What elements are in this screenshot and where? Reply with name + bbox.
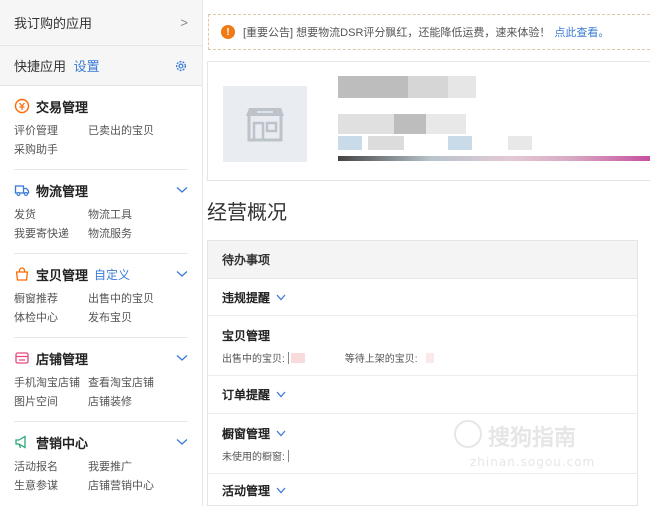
link-promote[interactable]: 我要推广 xyxy=(88,458,174,474)
shop-logo[interactable] xyxy=(223,86,307,162)
link-logistics-tools[interactable]: 物流工具 xyxy=(88,206,174,222)
chevron-down-icon[interactable] xyxy=(276,294,286,301)
section-marketing-title: 营销中心 xyxy=(36,435,89,451)
link-activity-signup[interactable]: 活动报名 xyxy=(14,458,88,474)
chevron-right-icon: > xyxy=(180,15,188,30)
section-trade: 交易管理 评价管理 已卖出的宝贝 采购助手 xyxy=(0,86,202,157)
redacted-value xyxy=(425,352,434,363)
redacted-block xyxy=(448,76,476,98)
section-logistics: 物流管理 发货 物流工具 我要寄快递 物流服务 xyxy=(0,170,202,241)
todo-row-title: 违规提醒 xyxy=(222,290,271,305)
link-items-on-sale[interactable]: 出售中的宝贝 xyxy=(88,290,174,306)
chevron-down-icon[interactable] xyxy=(276,391,286,398)
section-logistics-title: 物流管理 xyxy=(36,183,89,199)
section-trade-header[interactable]: 交易管理 xyxy=(14,96,188,116)
watermark-url: zhinan.sogou.com xyxy=(470,455,596,469)
todo-row-orders[interactable]: 订单提醒 xyxy=(208,376,637,414)
link-purchase-assistant[interactable]: 采购助手 xyxy=(14,141,88,157)
redacted-value xyxy=(290,352,305,363)
shop-icon xyxy=(15,352,29,364)
todo-row-title: 订单提醒 xyxy=(222,388,271,402)
todo-row-title: 宝贝管理 xyxy=(222,329,271,343)
redacted-block xyxy=(338,136,362,150)
section-marketing-header[interactable]: 营销中心 xyxy=(14,432,188,452)
chevron-down-icon[interactable] xyxy=(276,430,286,437)
chevron-down-icon[interactable] xyxy=(176,438,188,446)
link-publish-item[interactable]: 发布宝贝 xyxy=(88,309,174,325)
link-business-advisor[interactable]: 生意参谋 xyxy=(14,477,88,493)
bag-icon xyxy=(15,267,29,281)
redacted-block xyxy=(408,76,448,98)
link-sold-items[interactable]: 已卖出的宝贝 xyxy=(88,122,174,138)
link-health-center[interactable]: 体检中心 xyxy=(14,309,88,325)
link-marketing-center[interactable]: 店铺营销中心 xyxy=(88,477,174,493)
quick-apps-label: 快捷应用 xyxy=(14,59,67,74)
storefront-icon xyxy=(246,108,284,142)
section-logistics-header[interactable]: 物流管理 xyxy=(14,180,188,200)
todo-row-title: 橱窗管理 xyxy=(222,427,271,441)
link-view-shop[interactable]: 查看淘宝店铺 xyxy=(88,374,174,390)
unused-showcase-label: 未使用的橱窗: xyxy=(222,452,285,463)
watermark-text: 搜狗指南 xyxy=(488,426,577,451)
customize-link[interactable]: 自定义 xyxy=(94,266,130,283)
alert-icon: ! xyxy=(221,25,235,39)
redacted-block xyxy=(426,114,466,134)
redacted-block xyxy=(368,136,404,150)
section-shop-header[interactable]: 店铺管理 xyxy=(14,348,188,368)
section-items-header[interactable]: 宝贝管理 自定义 xyxy=(14,264,188,284)
todo-row-items: 宝贝管理 出售中的宝贝: 等待上架的宝贝: xyxy=(208,316,637,376)
link-ship[interactable]: 发货 xyxy=(14,206,88,222)
truck-icon xyxy=(14,185,30,196)
redacted-block xyxy=(448,136,472,150)
section-shop: 店铺管理 手机淘宝店铺 查看淘宝店铺 图片空间 店铺装修 xyxy=(0,338,202,409)
megaphone-icon xyxy=(15,435,26,449)
shop-info-card xyxy=(207,61,650,181)
link-image-space[interactable]: 图片空间 xyxy=(14,393,88,409)
link-mobile-shop[interactable]: 手机淘宝店铺 xyxy=(14,374,88,390)
unused-showcase-value[interactable] xyxy=(287,449,289,462)
section-shop-title: 店铺管理 xyxy=(36,351,89,367)
items-on-sale-label: 出售中的宝贝: xyxy=(222,354,285,365)
announcement-banner: ! [重要公告] 想要物流DSR评分飘红，还能降低运费，速来体验！ 点此查看。 xyxy=(208,14,650,50)
quick-apps: 快捷应用 设置 xyxy=(0,46,202,86)
subscribed-apps[interactable]: 我订购的应用 > xyxy=(0,0,202,46)
subscribed-apps-label: 我订购的应用 xyxy=(14,16,93,31)
redacted-block xyxy=(394,114,426,134)
chevron-down-icon[interactable] xyxy=(176,354,188,362)
section-items-title: 宝贝管理 xyxy=(36,267,89,283)
redacted-stats-bar xyxy=(338,156,650,161)
todo-row-activity[interactable]: 活动管理 xyxy=(208,474,637,506)
announcement-text: [重要公告] 想要物流DSR评分飘红，还能降低运费，速来体验！ xyxy=(243,27,551,39)
watermark-logo xyxy=(454,420,482,448)
redacted-block xyxy=(338,114,394,134)
page-title: 经营概况 xyxy=(207,202,287,224)
link-showcase-recommend[interactable]: 橱窗推荐 xyxy=(14,290,88,306)
section-marketing: 营销中心 活动报名 我要推广 生意参谋 店铺营销中心 xyxy=(0,422,202,493)
section-items: 宝贝管理 自定义 橱窗推荐 出售中的宝贝 体检中心 发布宝贝 xyxy=(0,254,202,325)
todo-header: 待办事项 xyxy=(208,241,637,279)
todo-row-violation[interactable]: 违规提醒 xyxy=(208,279,637,316)
link-send-express[interactable]: 我要寄快递 xyxy=(14,225,88,241)
todo-row-title: 活动管理 xyxy=(222,484,271,498)
chevron-down-icon[interactable] xyxy=(276,487,286,494)
quick-apps-settings-link[interactable]: 设置 xyxy=(74,59,100,74)
items-on-sale-value[interactable] xyxy=(287,351,289,364)
sidebar: 我订购的应用 > 快捷应用 设置 交易管理 评价管理 已卖出的宝贝 采购助手 物… xyxy=(0,0,203,506)
announcement-link[interactable]: 点此查看。 xyxy=(554,24,609,40)
link-review-manage[interactable]: 评价管理 xyxy=(14,122,88,138)
chevron-down-icon[interactable] xyxy=(176,186,188,194)
link-logistics-service[interactable]: 物流服务 xyxy=(88,225,174,241)
link-shop-decorate[interactable]: 店铺装修 xyxy=(88,393,174,409)
chevron-down-icon[interactable] xyxy=(176,270,188,278)
section-trade-title: 交易管理 xyxy=(36,99,89,115)
gear-icon[interactable] xyxy=(174,59,188,73)
redacted-block xyxy=(508,136,532,150)
redacted-shop-name xyxy=(338,76,408,98)
trade-icon xyxy=(14,98,30,114)
items-pending-label: 等待上架的宝贝: xyxy=(344,354,418,365)
